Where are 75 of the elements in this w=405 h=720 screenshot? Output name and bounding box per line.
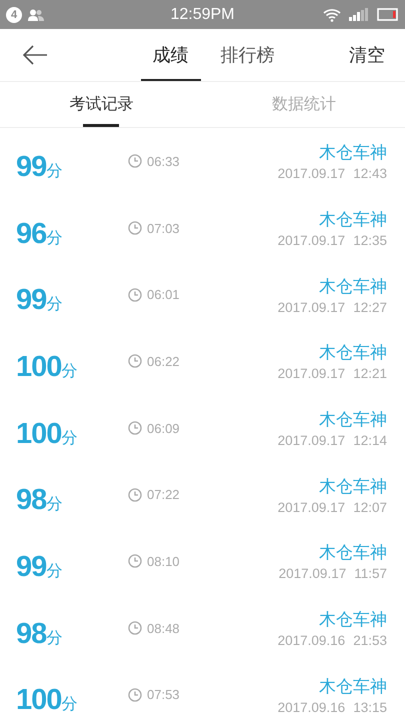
record-time: 12:43: [353, 166, 387, 182]
score-value: 100: [16, 418, 62, 451]
score-value: 100: [16, 350, 62, 384]
tab[interactable]: 排行榜: [208, 29, 286, 81]
record-time: 11:57: [354, 566, 387, 582]
battery-icon: [377, 8, 399, 21]
clock-time: 12:59PM: [169, 6, 236, 24]
record-date: 2017.09.17: [278, 233, 346, 248]
duration-text: 08:48: [147, 620, 180, 636]
clock-icon: [128, 688, 142, 702]
score-value: 99: [16, 550, 46, 584]
user-name: 木仓车神: [319, 409, 387, 432]
record-time: 12:35: [353, 233, 387, 248]
duration-text: 06:01: [147, 287, 180, 302]
clock-icon: [128, 554, 142, 568]
clock-icon: [128, 421, 142, 436]
score-unit: 分: [46, 494, 62, 516]
back-arrow-icon: [22, 45, 48, 65]
user-name: 木仓车神: [319, 476, 387, 498]
record-date: 2017.09.16: [278, 633, 346, 648]
wifi-icon: [323, 8, 341, 22]
duration-text: 08:10: [147, 554, 180, 569]
clock-icon: [128, 488, 142, 502]
user-name: 木仓车神: [319, 676, 387, 698]
record-time: 21:53: [353, 633, 387, 648]
user-name: 木仓车神: [319, 542, 387, 564]
score-value: 100: [16, 684, 62, 718]
record-date: 2017.09.17: [278, 300, 346, 315]
sub-tab[interactable]: 考试记录: [69, 82, 134, 127]
clear-button[interactable]: 清空: [349, 43, 385, 67]
score-value: 98: [16, 484, 46, 518]
record-date: 2017.09.17: [278, 566, 346, 582]
score-unit: 分: [61, 694, 78, 716]
user-name: 木仓车神: [319, 609, 387, 632]
clock-icon: [128, 288, 142, 302]
people-icon: [28, 8, 44, 20]
score-unit: 分: [61, 428, 78, 449]
duration-text: 06:09: [147, 420, 180, 436]
score-value: 98: [16, 618, 46, 651]
record-date: 2017.09.17: [278, 366, 346, 382]
duration-text: 07:22: [147, 487, 180, 502]
score-value: 99: [16, 284, 46, 318]
user-name: 木仓车神: [319, 276, 387, 298]
user-name: 木仓车神: [319, 142, 387, 164]
record-time: 12:21: [353, 366, 387, 382]
score-unit: 分: [46, 228, 62, 249]
record-date: 2017.09.17: [278, 433, 346, 448]
record-time: 12:27: [353, 300, 387, 315]
notification-badge: 4: [6, 6, 22, 22]
score-value: 99: [16, 150, 46, 184]
clock-icon: [128, 221, 142, 236]
record-time: 12:07: [353, 500, 387, 515]
record-time: 12:14: [353, 433, 387, 448]
score-unit: 分: [46, 294, 62, 316]
score-unit: 分: [46, 160, 62, 182]
score-unit: 分: [61, 360, 78, 382]
duration-text: 07:53: [147, 687, 180, 702]
duration-text: 06:33: [147, 154, 180, 169]
record-date: 2017.09.17: [278, 500, 346, 515]
duration-text: 06:22: [147, 354, 180, 369]
record-date: 2017.09.16: [278, 700, 346, 715]
clock-icon: [128, 621, 142, 636]
clock-icon: [128, 154, 142, 168]
score-value: 96: [16, 218, 46, 251]
score-unit: 分: [46, 628, 62, 649]
score-unit: 分: [46, 560, 62, 582]
clock-icon: [128, 354, 142, 368]
record-date: 2017.09.17: [278, 166, 346, 182]
tab[interactable]: 成绩: [140, 29, 200, 81]
user-name: 木仓车神: [319, 342, 387, 364]
duration-text: 07:03: [147, 220, 180, 236]
user-name: 木仓车神: [319, 209, 387, 232]
signal-icon: [349, 8, 369, 21]
record-time: 13:15: [353, 700, 387, 715]
back-button[interactable]: [22, 45, 48, 65]
